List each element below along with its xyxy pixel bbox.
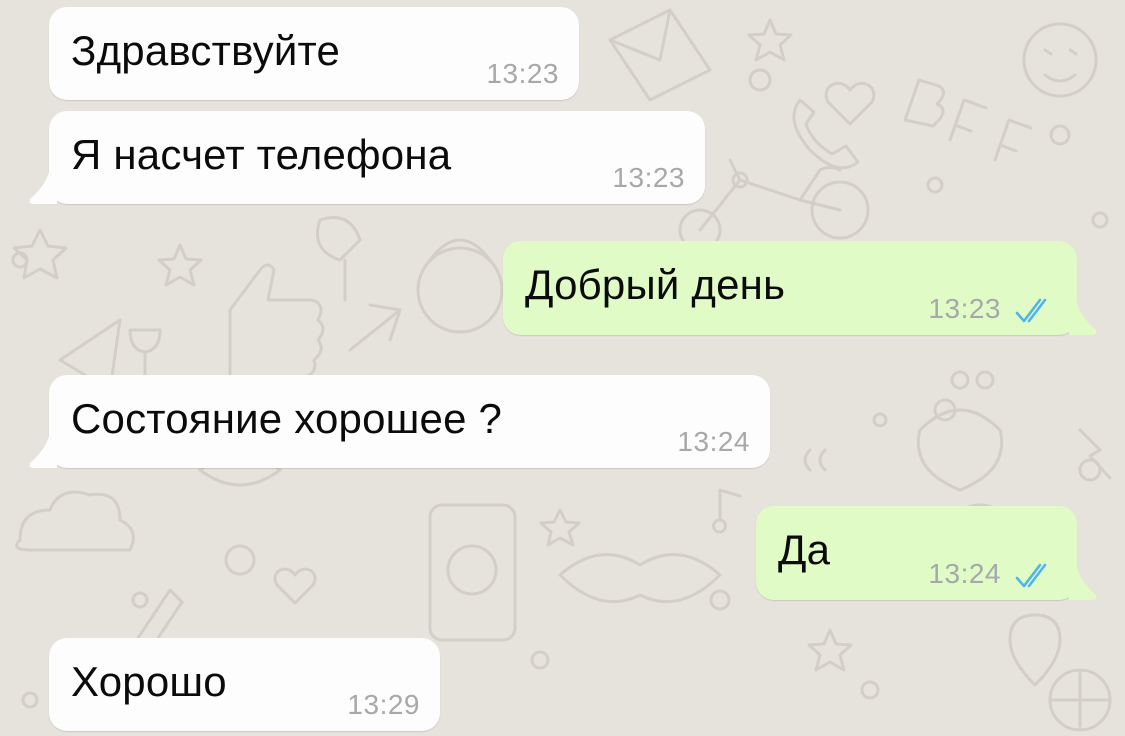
message-bubble-incoming[interactable]: Хорошо 13:29 [49, 638, 440, 731]
message-bubble-outgoing[interactable]: Да 13:24 [756, 506, 1097, 600]
message-bubble-incoming[interactable]: Состояние хорошее ? 13:24 [29, 375, 770, 468]
chat-area[interactable]: Здравствуйте 13:23 Я насчет телефона 13:… [0, 0, 1125, 736]
message-bubble-outgoing[interactable]: Добрый день 13:23 [503, 241, 1097, 335]
double-check-read-icon [1015, 563, 1047, 588]
bubble-tail-icon [29, 436, 57, 468]
message-time: 13:23 [612, 162, 685, 193]
message-text: Хорошо [71, 657, 227, 705]
message-text: Да [778, 526, 831, 574]
bubble-tail-icon [1069, 568, 1097, 600]
bubble-tail-icon [1069, 303, 1097, 335]
message-text: Состояние хорошее ? [71, 394, 503, 442]
message-bubble-incoming[interactable]: Здравствуйте 13:23 [49, 7, 579, 100]
message-text: Добрый день [525, 261, 786, 309]
message-time: 13:23 [486, 58, 559, 89]
double-check-read-icon [1015, 298, 1047, 323]
message-time: 13:29 [347, 689, 420, 720]
message-time: 13:24 [677, 426, 750, 457]
message-text: Я насчет телефона [71, 130, 452, 178]
message-time: 13:23 [928, 293, 1001, 324]
message-bubble-incoming[interactable]: Я насчет телефона 13:23 [29, 111, 705, 204]
bubble-tail-icon [29, 172, 57, 204]
message-text: Здравствуйте [71, 26, 341, 74]
message-time: 13:24 [928, 558, 1001, 589]
